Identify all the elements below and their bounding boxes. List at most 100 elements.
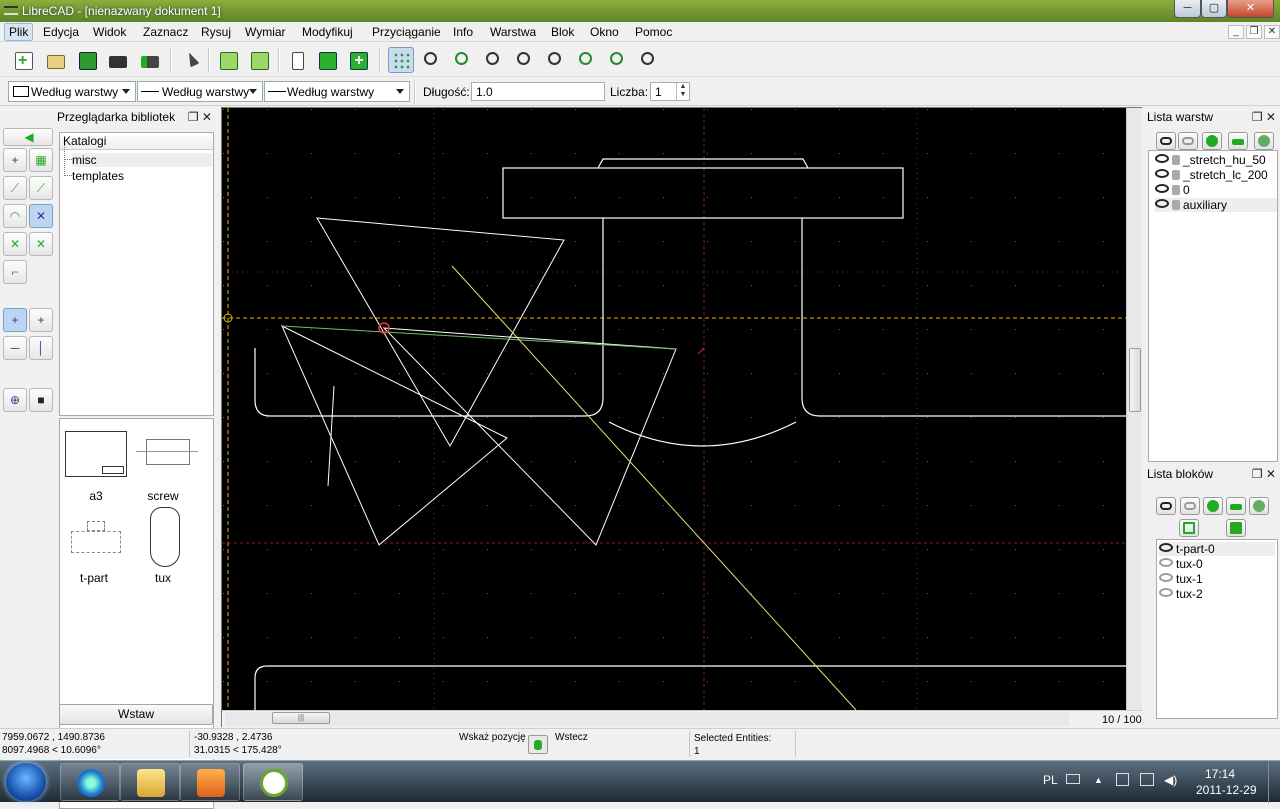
open-button[interactable] [42, 47, 68, 73]
print-button[interactable] [104, 47, 130, 73]
vertical-scroll-thumb[interactable] [1129, 348, 1141, 412]
taskbar-librecad[interactable] [243, 763, 303, 801]
vertical-scrollbar[interactable] [1126, 108, 1142, 710]
eye-closed-icon[interactable] [1159, 558, 1173, 567]
snap-intersection-button[interactable]: ✕ [29, 232, 53, 256]
paste-button[interactable]: + [345, 47, 371, 73]
back-tool-button[interactable]: ◀ [3, 128, 53, 146]
zoom-window-button[interactable] [450, 47, 476, 73]
pen-width-combo[interactable]: Według warstwy [137, 81, 263, 102]
menu-window[interactable]: Okno [586, 24, 623, 40]
block-item[interactable]: tux-2 [1159, 587, 1203, 601]
grid-toggle-button[interactable] [388, 47, 414, 73]
horizontal-scrollbar[interactable]: ||| 10 / 100 [222, 710, 1142, 727]
thumb-t-part[interactable] [65, 519, 127, 565]
snap-reference-button[interactable]: ⌐ [3, 260, 27, 284]
windows-start-icon[interactable] [6, 763, 46, 801]
clock-time[interactable]: 17:14 [1205, 767, 1235, 781]
lock-icon[interactable] [1172, 155, 1180, 165]
menu-dimension[interactable]: Wymiar [241, 24, 290, 40]
menu-snap[interactable]: Przyciąganie [368, 24, 445, 40]
snap-endpoint-button[interactable]: ⟋ [3, 176, 27, 200]
length-input[interactable]: 1.0 [471, 82, 605, 101]
mdi-restore-button[interactable]: ❐ [1246, 25, 1262, 39]
close-window-button[interactable]: ✕ [1227, 0, 1274, 18]
thumb-a3[interactable] [65, 431, 127, 477]
layer-item-selected[interactable]: auxiliary [1155, 198, 1277, 212]
block-item[interactable]: tux-1 [1159, 572, 1203, 586]
horizontal-scroll-thumb[interactable]: ||| [272, 712, 330, 724]
restrict-vertical-button[interactable]: │ [29, 336, 53, 360]
add-layer-button[interactable] [1202, 132, 1222, 150]
tree-item-templates[interactable]: templates [64, 161, 124, 183]
mdi-close-button[interactable]: ✕ [1264, 25, 1280, 39]
taskbar-media-player[interactable] [180, 763, 240, 801]
restrict-horizontal-button[interactable]: ─ [3, 336, 27, 360]
snap-distance-button[interactable]: ✕ [3, 232, 27, 256]
clock-date[interactable]: 2011-12-29 [1196, 783, 1257, 797]
lock-icon[interactable] [1172, 185, 1180, 195]
dock-float-close-buttons[interactable]: ❐ ✕ [188, 110, 212, 124]
show-all-blocks-button[interactable] [1156, 497, 1176, 515]
cut-button[interactable] [284, 47, 310, 73]
pen-linetype-combo[interactable]: Według warstwy [264, 81, 410, 102]
snap-middle-button[interactable]: ✕ [29, 204, 53, 228]
restrict-nothing-button[interactable]: + [3, 308, 27, 332]
zoom-selection-button[interactable] [605, 47, 631, 73]
action-center-icon[interactable] [1116, 773, 1129, 786]
menu-draw[interactable]: Rysuj [197, 24, 235, 40]
mdi-minimize-button[interactable]: _ [1228, 25, 1244, 39]
eye-icon[interactable] [1159, 543, 1173, 552]
new-button[interactable]: + [10, 47, 36, 73]
zoom-auto-button[interactable] [543, 47, 569, 73]
zoom-previous-button[interactable] [574, 47, 600, 73]
drawing-area[interactable]: ||| 10 / 100 [221, 107, 1142, 727]
save-button[interactable] [74, 47, 100, 73]
snap-grid-button[interactable]: ▦ [29, 148, 53, 172]
cad-canvas[interactable] [222, 108, 1126, 710]
pen-color-combo[interactable]: Według warstwy [8, 81, 136, 102]
lock-icon[interactable] [1172, 170, 1180, 180]
remove-layer-button[interactable] [1228, 132, 1248, 150]
eye-icon[interactable] [1155, 184, 1169, 193]
dock-float-close-buttons[interactable]: ❐ ✕ [1252, 110, 1276, 124]
layer-item[interactable]: _stretch_lc_200 [1155, 168, 1268, 182]
hide-all-blocks-button[interactable] [1180, 497, 1200, 515]
spin-arrows-icon[interactable]: ▲ ▼ [676, 83, 689, 100]
menu-block[interactable]: Blok [547, 24, 578, 40]
thumb-screw[interactable] [136, 431, 198, 477]
maximize-button[interactable]: ▢ [1201, 0, 1227, 18]
thumb-tux[interactable] [136, 505, 198, 567]
layer-item[interactable]: _stretch_hu_50 [1155, 153, 1266, 167]
eye-closed-icon[interactable] [1159, 588, 1173, 597]
lock-icon[interactable] [1172, 200, 1180, 210]
menu-help[interactable]: Pomoc [631, 24, 676, 40]
zoom-pan-button[interactable] [636, 47, 662, 73]
taskbar-explorer[interactable] [120, 763, 180, 801]
add-block-button[interactable] [1203, 497, 1223, 515]
layer-item[interactable]: 0 [1155, 183, 1190, 197]
tree-item-misc[interactable]: misc [64, 145, 212, 167]
minimize-button[interactable]: ─ [1174, 0, 1201, 18]
menu-layer[interactable]: Warstwa [486, 24, 540, 40]
edit-block-button[interactable] [1249, 497, 1269, 515]
insert-block-button[interactable] [1179, 519, 1199, 537]
block-item-selected[interactable]: t-part-0 [1159, 542, 1275, 556]
menu-view[interactable]: Widok [89, 24, 130, 40]
taskbar-ie[interactable] [60, 763, 120, 801]
redo-button[interactable] [246, 47, 272, 73]
restrict-ortho-button[interactable]: + [29, 308, 53, 332]
eye-closed-icon[interactable] [1159, 573, 1173, 582]
network-icon[interactable] [1140, 773, 1154, 786]
tray-expand-icon[interactable]: ▲ [1094, 775, 1103, 785]
language-indicator[interactable]: PL [1043, 773, 1058, 787]
dock-float-close-buttons[interactable]: ❐ ✕ [1252, 467, 1276, 481]
zoom-redraw-button[interactable] [419, 47, 445, 73]
lock-relative-zero-button[interactable]: ■ [29, 388, 53, 412]
show-desktop-button[interactable] [1268, 761, 1280, 803]
snap-free-button[interactable]: + [3, 148, 27, 172]
menu-info[interactable]: Info [449, 24, 477, 40]
keyboard-icon[interactable] [1066, 774, 1080, 784]
block-item[interactable]: tux-0 [1159, 557, 1203, 571]
snap-center-button[interactable]: ◠ [3, 204, 27, 228]
